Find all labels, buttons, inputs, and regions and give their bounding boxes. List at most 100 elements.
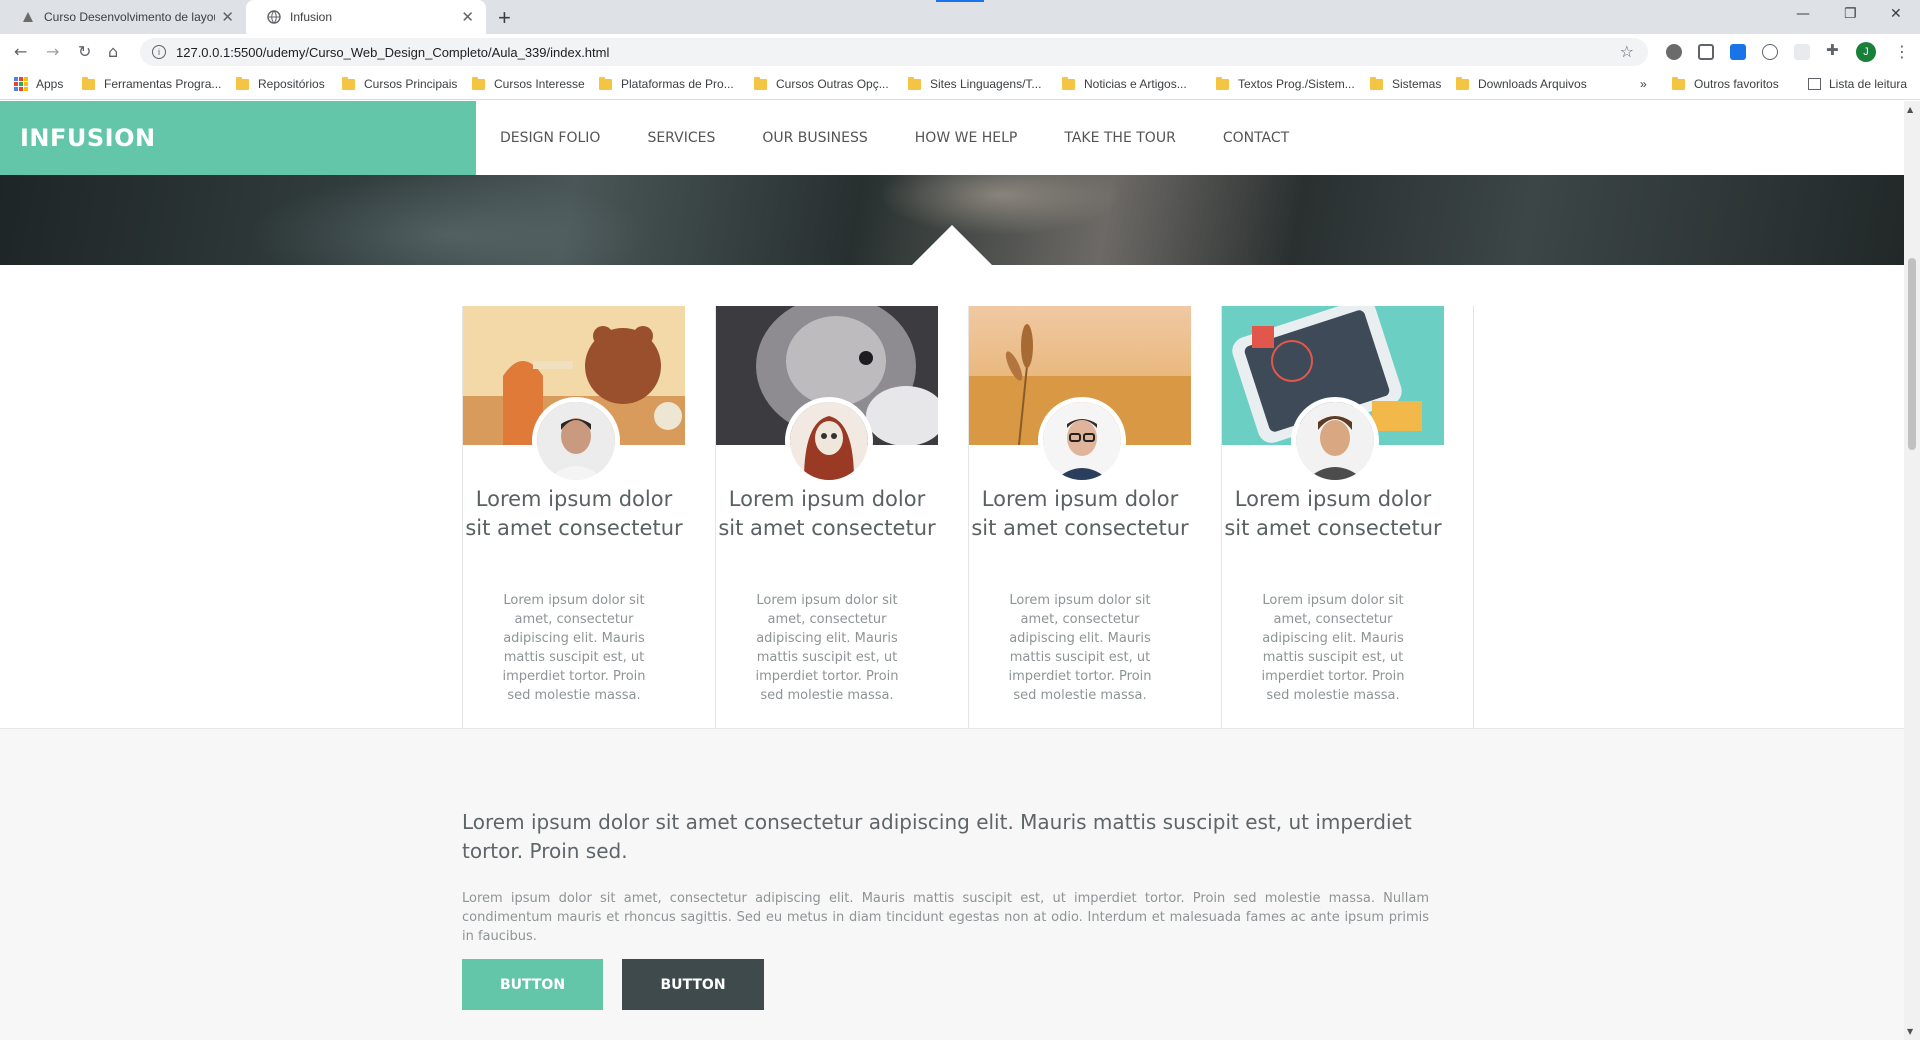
folder-icon xyxy=(1370,76,1383,90)
apps-grid-icon xyxy=(14,77,28,91)
nav-take-the-tour[interactable]: TAKE THE TOUR xyxy=(1064,130,1175,146)
home-icon[interactable]: ⌂ xyxy=(108,42,118,61)
member-description: Lorem ipsum dolor sit amet, consectetur … xyxy=(1261,593,1405,703)
folder-icon xyxy=(908,76,921,90)
team-card: Lorem ipsum dolor sit amet consectetur L… xyxy=(715,296,968,729)
minimize-icon[interactable]: — xyxy=(1796,6,1810,22)
bookmark-folder[interactable]: Cursos Principais xyxy=(342,76,458,91)
bookmark-label: Cursos Interesse xyxy=(494,77,585,91)
bookmark-folder[interactable]: Textos Prog./Sistem... xyxy=(1216,76,1355,91)
tab-infusion[interactable]: Infusion ✕ xyxy=(246,0,486,34)
bookmark-folder[interactable]: Downloads Arquivos xyxy=(1456,76,1587,91)
url-text: 127.0.0.1:5500/udemy/Curso_Web_Design_Co… xyxy=(176,44,610,60)
hero-notch xyxy=(912,225,992,265)
member-description: Lorem ipsum dolor sit amet, consectetur … xyxy=(755,593,899,703)
team-card: Lorem ipsum dolor sit amet consectetur L… xyxy=(462,306,715,729)
bookmark-label: Ferramentas Progra... xyxy=(104,77,222,91)
folder-icon xyxy=(472,76,485,90)
tab-title: Infusion xyxy=(290,10,333,24)
avatar xyxy=(785,397,873,485)
bookmark-folder[interactable]: Repositórios xyxy=(236,76,325,91)
scrollbar-thumb[interactable] xyxy=(1908,258,1916,450)
main-nav: DESIGN FOLIO SERVICES OUR BUSINESS HOW W… xyxy=(500,101,1336,175)
bookmark-folder[interactable]: Sistemas xyxy=(1370,76,1442,91)
team-section: Lorem ipsum dolor sit amet consectetur L… xyxy=(462,296,1476,729)
member-description: Lorem ipsum dolor sit amet, consectetur … xyxy=(1008,593,1152,703)
extension-icon[interactable] xyxy=(1666,44,1682,60)
site-header: INFUSION DESIGN FOLIO SERVICES OUR BUSIN… xyxy=(0,101,1904,175)
overflow-label: » xyxy=(1640,77,1647,91)
bookmark-other-favorites[interactable]: Outros favoritos xyxy=(1672,76,1779,91)
bookmarks-overflow-icon[interactable]: » xyxy=(1640,77,1647,91)
avatar xyxy=(1291,397,1379,485)
menu-kebab-icon[interactable]: ⋮ xyxy=(1894,42,1910,61)
folder-icon xyxy=(342,76,355,90)
bookmark-folder[interactable]: Ferramentas Progra... xyxy=(82,76,222,91)
bookmark-folder[interactable]: Cursos Interesse xyxy=(472,76,585,91)
bookmark-label: Cursos Outras Opç... xyxy=(776,77,889,91)
nav-contact[interactable]: CONTACT xyxy=(1223,130,1289,146)
tab-curso[interactable]: Curso Desenvolvimento de layou ✕ xyxy=(0,0,246,34)
tab-drag-indicator xyxy=(936,0,984,2)
folder-icon xyxy=(754,76,767,90)
bookmark-label: Textos Prog./Sistem... xyxy=(1238,77,1355,91)
screenshot-extension-icon[interactable] xyxy=(1698,44,1714,60)
nav-design-folio[interactable]: DESIGN FOLIO xyxy=(500,130,600,146)
forward-icon[interactable]: → xyxy=(46,42,59,61)
body-text: Lorem ipsum dolor sit amet, consectetur … xyxy=(462,891,1429,944)
bookmark-label: Apps xyxy=(36,77,64,91)
scroll-up-icon[interactable]: ▲ xyxy=(1907,105,1913,114)
new-tab-icon[interactable]: + xyxy=(498,5,511,31)
bookmark-label: Cursos Principais xyxy=(364,77,458,91)
puzzle-extensions-icon[interactable]: ✚ xyxy=(1826,41,1842,59)
address-bar[interactable]: i 127.0.0.1:5500/udemy/Curso_Web_Design_… xyxy=(140,38,1648,66)
bookmark-folder[interactable]: Cursos Outras Opç... xyxy=(754,76,889,91)
profile-avatar[interactable]: J xyxy=(1856,42,1876,62)
lead-text: Lorem ipsum dolor sit amet consectetur a… xyxy=(462,810,1412,863)
avatar xyxy=(1038,397,1126,485)
bookmark-star-icon[interactable]: ☆ xyxy=(1620,42,1634,61)
folder-icon xyxy=(1062,76,1075,90)
bookmark-label: Sites Linguagens/T... xyxy=(930,77,1042,91)
bookmark-folder[interactable]: Plataformas de Pro... xyxy=(599,76,734,91)
intro-section xyxy=(0,729,1904,1040)
page-scrollbar[interactable] xyxy=(1904,101,1920,1040)
close-window-icon[interactable]: ✕ xyxy=(1890,6,1902,22)
nav-our-business[interactable]: OUR BUSINESS xyxy=(762,130,867,146)
tab-title: Curso Desenvolvimento de layou xyxy=(44,10,216,24)
reload-icon[interactable]: ↻ xyxy=(78,42,91,61)
bookmark-label: Sistemas xyxy=(1392,77,1442,91)
site-logo[interactable]: INFUSION xyxy=(0,101,476,175)
bookmark-label: Plataformas de Pro... xyxy=(621,77,734,91)
reading-list[interactable]: Lista de leitura xyxy=(1808,77,1907,91)
team-card: Lorem ipsum dolor sit amet consectetur L… xyxy=(1221,299,1474,729)
bookmark-label: Noticias e Artigos... xyxy=(1084,77,1187,91)
nav-services[interactable]: SERVICES xyxy=(647,130,715,146)
bookmark-label: Outros favoritos xyxy=(1694,77,1779,91)
bookmark-folder[interactable]: Sites Linguagens/T... xyxy=(908,76,1042,91)
primary-button[interactable]: BUTTON xyxy=(462,959,603,1010)
extension-icon[interactable] xyxy=(1794,44,1810,60)
nav-how-we-help[interactable]: HOW WE HELP xyxy=(915,130,1018,146)
reading-list-icon xyxy=(1808,78,1821,90)
extension-icon[interactable] xyxy=(1730,44,1746,60)
member-name: Lorem ipsum dolor sit amet consectetur xyxy=(465,487,683,540)
avatar xyxy=(532,397,620,485)
folder-icon xyxy=(599,76,612,90)
close-tab-icon[interactable]: ✕ xyxy=(221,8,234,26)
folder-icon xyxy=(1672,76,1685,90)
globe-icon xyxy=(266,9,282,25)
restore-icon[interactable]: ❐ xyxy=(1844,6,1857,22)
secondary-button[interactable]: BUTTON xyxy=(622,959,764,1010)
extension-icon[interactable] xyxy=(1762,44,1778,60)
bookmark-apps[interactable]: Apps xyxy=(14,77,63,91)
close-tab-icon[interactable]: ✕ xyxy=(461,8,474,26)
member-description: Lorem ipsum dolor sit amet, consectetur … xyxy=(502,593,646,703)
site-info-icon[interactable]: i xyxy=(152,45,166,59)
bookmark-folder[interactable]: Noticias e Artigos... xyxy=(1062,76,1187,91)
scroll-down-icon[interactable]: ▼ xyxy=(1907,1027,1913,1036)
member-name: Lorem ipsum dolor sit amet consectetur xyxy=(718,487,936,540)
member-name: Lorem ipsum dolor sit amet consectetur xyxy=(971,487,1189,540)
back-icon[interactable]: ← xyxy=(14,42,27,61)
browser-toolbar: ← → ↻ ⌂ i 127.0.0.1:5500/udemy/Curso_Web… xyxy=(0,34,1920,70)
